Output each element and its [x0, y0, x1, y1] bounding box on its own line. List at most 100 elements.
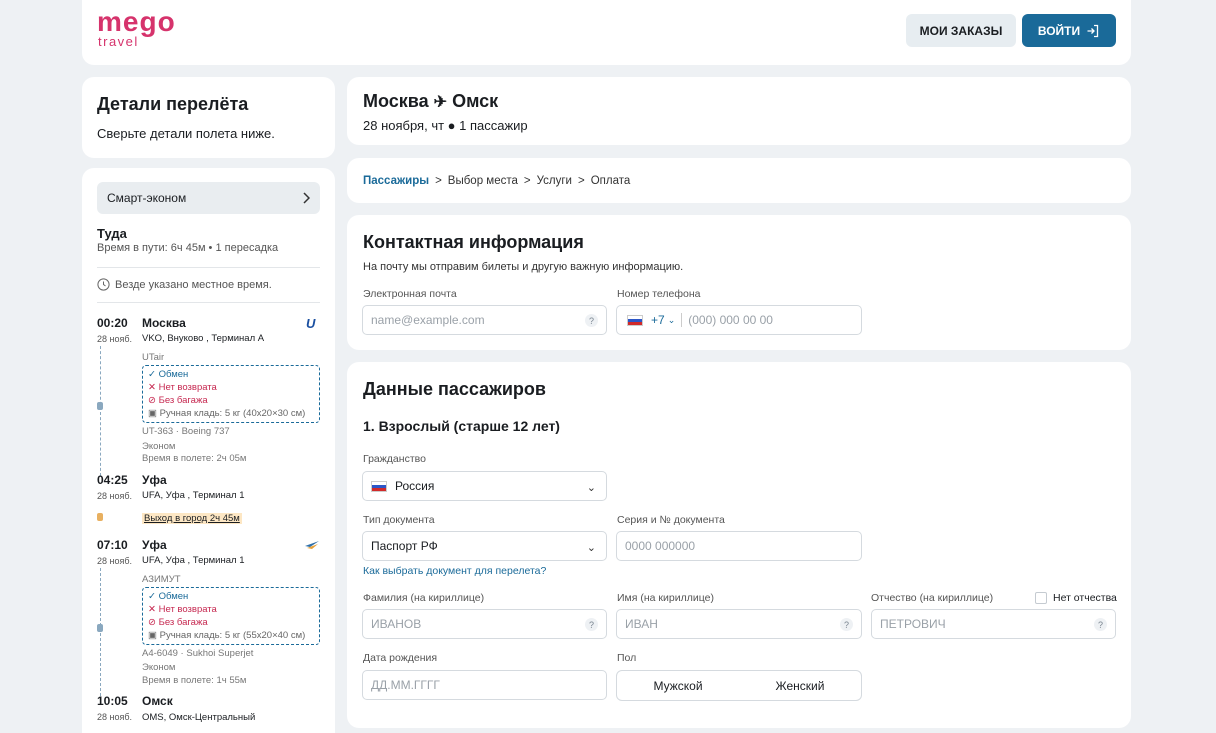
- patronymic-field[interactable]: ПЕТРОВИЧ ?: [871, 609, 1116, 639]
- no-patronymic-label[interactable]: Нет отчества: [1053, 592, 1117, 604]
- login-label: ВОЙТИ: [1037, 23, 1081, 38]
- baggage-item: ⊘ Без багажа: [148, 617, 208, 628]
- logo-main: mego: [97, 6, 176, 37]
- route-from: Москва: [363, 91, 429, 111]
- segment2-flight: A4-6049 · Sukhoi Superjet: [142, 648, 254, 659]
- refund-text: Нет возврата: [158, 604, 217, 615]
- step-services[interactable]: Услуги: [537, 175, 572, 187]
- email-placeholder: name@example.com: [371, 313, 485, 327]
- segment1-dep-time: 00:20: [97, 316, 128, 330]
- birth-date-field[interactable]: ДД.ММ.ГГГГ: [362, 670, 607, 700]
- segment1-flight: UT-363 · Boeing 737: [142, 426, 230, 437]
- plane-icon: [97, 624, 103, 632]
- help-icon[interactable]: ?: [840, 618, 853, 631]
- chevron-down-icon: ⌄: [667, 314, 676, 325]
- segment1-airline: UTair: [142, 352, 165, 363]
- segment1-arr-airport: UFA, Уфа , Терминал 1: [142, 490, 245, 501]
- my-orders-button[interactable]: МОИ ЗАКАЗЫ: [906, 14, 1016, 47]
- segment1-dep-date: 28 нояб.: [97, 334, 133, 344]
- help-icon[interactable]: ?: [585, 314, 598, 327]
- itinerary-card: Смарт-эконом Туда Время в пути: 6ч 45м •…: [82, 168, 335, 733]
- doc-type-select[interactable]: Паспорт РФ ⌄: [362, 531, 607, 561]
- citizenship-select[interactable]: Россия ⌄: [362, 471, 607, 501]
- login-button[interactable]: ВОЙТИ: [1022, 14, 1116, 47]
- direction-label: Туда: [97, 226, 127, 241]
- segment1-dep-airport: VKO, Внуково , Терминал A: [142, 333, 265, 344]
- birth-placeholder: ДД.ММ.ГГГГ: [371, 678, 440, 692]
- phone-field[interactable]: +7 ⌄ (000) 000 00 00: [616, 305, 862, 335]
- segment1-arr-city: Уфа: [142, 473, 167, 487]
- doc-number-placeholder: 0000 000000: [625, 539, 696, 553]
- passengers-title: Данные пассажиров: [363, 379, 546, 399]
- step-seat[interactable]: Выбор места: [448, 175, 518, 187]
- azimut-logo-icon: [305, 541, 319, 549]
- step-separator: >: [435, 174, 442, 187]
- patronymic-placeholder: ПЕТРОВИЧ: [880, 617, 946, 631]
- clock-icon: [97, 278, 110, 291]
- plane-icon: [97, 402, 103, 410]
- surname-field[interactable]: ИВАНОВ ?: [362, 609, 607, 639]
- breadcrumb: Пассажиры > Выбор места > Услуги > Оплат…: [347, 158, 1131, 203]
- local-time-text: Везде указано местное время.: [115, 278, 272, 291]
- segment2-dep-time: 07:10: [97, 538, 128, 552]
- name-label: Имя (на кириллице): [617, 592, 714, 604]
- segment2-dep-date: 28 нояб.: [97, 556, 133, 566]
- details-subtitle: Сверьте детали полета ниже.: [97, 126, 275, 141]
- segment2-class: Эконом: [142, 662, 176, 673]
- no-patronymic-checkbox[interactable]: [1035, 592, 1047, 604]
- chevron-down-icon: ⌄: [586, 542, 596, 554]
- exchange-text: Обмен: [158, 591, 189, 602]
- segment2-arr-time: 10:05: [97, 694, 128, 708]
- russia-flag-icon: [627, 314, 643, 326]
- surname-label: Фамилия (на кириллице): [363, 592, 485, 604]
- exchange-text: Обмен: [158, 369, 189, 380]
- help-icon[interactable]: ?: [585, 618, 598, 631]
- segment1-arr-date: 28 нояб.: [97, 491, 133, 501]
- gender-male-option[interactable]: Мужской: [617, 671, 739, 700]
- logo[interactable]: mego travel: [97, 6, 176, 49]
- refund-item: ✕ Нет возврата: [148, 382, 217, 393]
- name-field[interactable]: ИВАН ?: [616, 609, 862, 639]
- patronymic-label: Отчество (на кириллице): [871, 592, 994, 604]
- email-label: Электронная почта: [363, 288, 457, 300]
- fare-selector[interactable]: Смарт-эконом: [97, 182, 320, 214]
- logo-sub: travel: [98, 34, 139, 49]
- step-payment[interactable]: Оплата: [591, 175, 631, 187]
- phone-label: Номер телефона: [617, 288, 701, 300]
- segment2-arr-airport: OMS, Омск-Центральный: [142, 712, 256, 723]
- gender-label: Пол: [617, 652, 637, 664]
- doc-number-label: Серия и № документа: [617, 514, 725, 526]
- transfer-badge[interactable]: Выход в город 2ч 45м: [142, 513, 242, 524]
- name-placeholder: ИВАН: [625, 617, 658, 631]
- fare-label: Смарт-эконом: [107, 191, 187, 205]
- contact-card: Контактная информация На почту мы отправ…: [347, 215, 1131, 350]
- doc-number-field[interactable]: 0000 000000: [616, 531, 862, 561]
- phone-placeholder: (000) 000 00 00: [688, 313, 773, 327]
- help-icon[interactable]: ?: [1094, 618, 1107, 631]
- segment1-duration: Время в полете: 2ч 05м: [142, 453, 247, 464]
- contact-subtitle: На почту мы отправим билеты и другую важ…: [363, 261, 684, 273]
- travel-time: Время в пути: 6ч 45м • 1 пересадка: [97, 242, 279, 254]
- contact-title: Контактная информация: [363, 232, 584, 252]
- segment2-airline: АЗИМУТ: [142, 574, 181, 585]
- phone-code[interactable]: +7: [651, 313, 665, 327]
- hand-luggage-item: ▣ Ручная кладь: 5 кг (55x20×40 см): [148, 630, 306, 641]
- gender-female-option[interactable]: Женский: [739, 671, 861, 700]
- divider: [681, 313, 683, 327]
- hand-luggage-text: Ручная кладь: 5 кг (40x20×30 см): [159, 408, 306, 419]
- step-separator: >: [577, 174, 585, 187]
- step-passengers[interactable]: Пассажиры: [363, 175, 429, 187]
- doc-type-value: Паспорт РФ: [371, 539, 438, 553]
- segment1-class: Эконом: [142, 441, 176, 452]
- segment2-duration: Время в полете: 1ч 55м: [142, 675, 247, 686]
- header: mego travel МОИ ЗАКАЗЫ ВОЙТИ: [82, 0, 1131, 65]
- refund-text: Нет возврата: [158, 382, 217, 393]
- exchange-item: ✓ Обмен: [148, 591, 189, 602]
- segment1-arr-time: 04:25: [97, 473, 128, 487]
- doc-help-link[interactable]: Как выбрать документ для перелета?: [363, 565, 546, 577]
- email-field[interactable]: name@example.com ?: [362, 305, 607, 335]
- segment1-line: [100, 346, 101, 476]
- step-separator: >: [523, 174, 531, 187]
- russia-flag-icon: [371, 480, 387, 492]
- chevron-right-icon: [303, 192, 310, 204]
